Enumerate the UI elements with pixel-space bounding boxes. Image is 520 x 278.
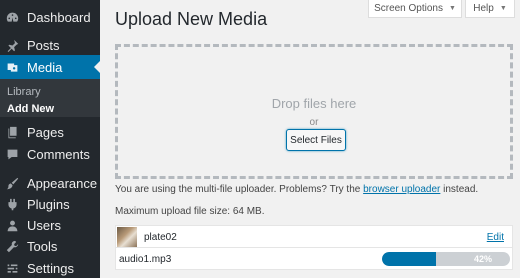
sidebar-item-label: Media — [27, 59, 63, 75]
upload-progress-fill — [382, 252, 436, 266]
media-item-row: audio1.mp3 42% — [115, 248, 513, 270]
uploader-info-suffix: instead. — [440, 184, 479, 195]
media-item-row: plate02 Edit — [115, 225, 513, 248]
comments-icon — [5, 147, 19, 161]
admin-sidebar: Dashboard Posts Media Library Add New Pa… — [0, 0, 100, 278]
edit-link[interactable]: Edit — [487, 232, 504, 243]
sidebar-item-label: Settings — [27, 260, 74, 276]
upload-progress-percent: 42% — [473, 254, 492, 264]
submenu-library[interactable]: Library — [7, 86, 41, 98]
sidebar-item-tools[interactable]: Tools — [0, 234, 100, 258]
plugin-icon — [5, 197, 19, 211]
select-files-button[interactable]: Select Files — [286, 129, 346, 151]
sidebar-item-comments[interactable]: Comments — [0, 142, 100, 166]
screen-options-button[interactable]: Screen Options ▼ — [368, 0, 462, 18]
media-icon — [5, 60, 19, 74]
help-button[interactable]: Help ▼ — [465, 0, 515, 18]
upload-progress-bar: 42% — [382, 252, 510, 266]
browser-uploader-link[interactable]: browser uploader — [363, 184, 440, 195]
users-icon — [5, 218, 19, 232]
max-upload-size: Maximum upload file size: 64 MB. — [115, 206, 265, 217]
sidebar-item-media[interactable]: Media — [0, 55, 100, 79]
uploader-info-prefix: You are using the multi-file uploader. P… — [115, 184, 364, 195]
pin-icon — [5, 38, 19, 52]
sidebar-item-label: Posts — [27, 37, 60, 53]
media-filename: plate02 — [144, 232, 177, 243]
sidebar-item-posts[interactable]: Posts — [0, 33, 100, 57]
sidebar-item-dashboard[interactable]: Dashboard — [0, 5, 100, 29]
wrench-icon — [5, 239, 19, 253]
uploader-info: You are using the multi-file uploader. P… — [115, 184, 478, 195]
sidebar-item-label: Tools — [27, 238, 58, 254]
help-label: Help — [473, 3, 494, 14]
settings-icon — [5, 261, 19, 275]
screen-options-label: Screen Options — [374, 3, 443, 14]
sidebar-item-label: Pages — [27, 124, 64, 140]
sidebar-item-label: Dashboard — [27, 9, 91, 25]
page-title: Upload New Media — [115, 9, 268, 29]
sidebar-item-pages[interactable]: Pages — [0, 120, 100, 144]
dashboard-icon — [5, 10, 19, 24]
sidebar-item-settings[interactable]: Settings — [0, 256, 100, 278]
drop-zone[interactable]: Drop files here or Select Files — [115, 44, 513, 179]
sidebar-item-label: Plugins — [27, 196, 70, 212]
media-filename: audio1.mp3 — [119, 254, 172, 265]
pages-icon — [5, 125, 19, 139]
sidebar-item-label: Users — [27, 217, 61, 233]
submenu-add-new[interactable]: Add New — [7, 103, 54, 115]
media-thumbnail — [117, 227, 137, 247]
or-text: or — [309, 117, 319, 128]
media-submenu: Library Add New — [0, 79, 100, 117]
drop-files-text: Drop files here — [271, 96, 357, 111]
brush-icon — [5, 176, 19, 190]
caret-down-icon: ▼ — [449, 5, 456, 12]
sidebar-item-label: Comments — [27, 146, 90, 162]
caret-down-icon: ▼ — [499, 5, 507, 12]
sidebar-item-label: Appearance — [27, 175, 98, 191]
